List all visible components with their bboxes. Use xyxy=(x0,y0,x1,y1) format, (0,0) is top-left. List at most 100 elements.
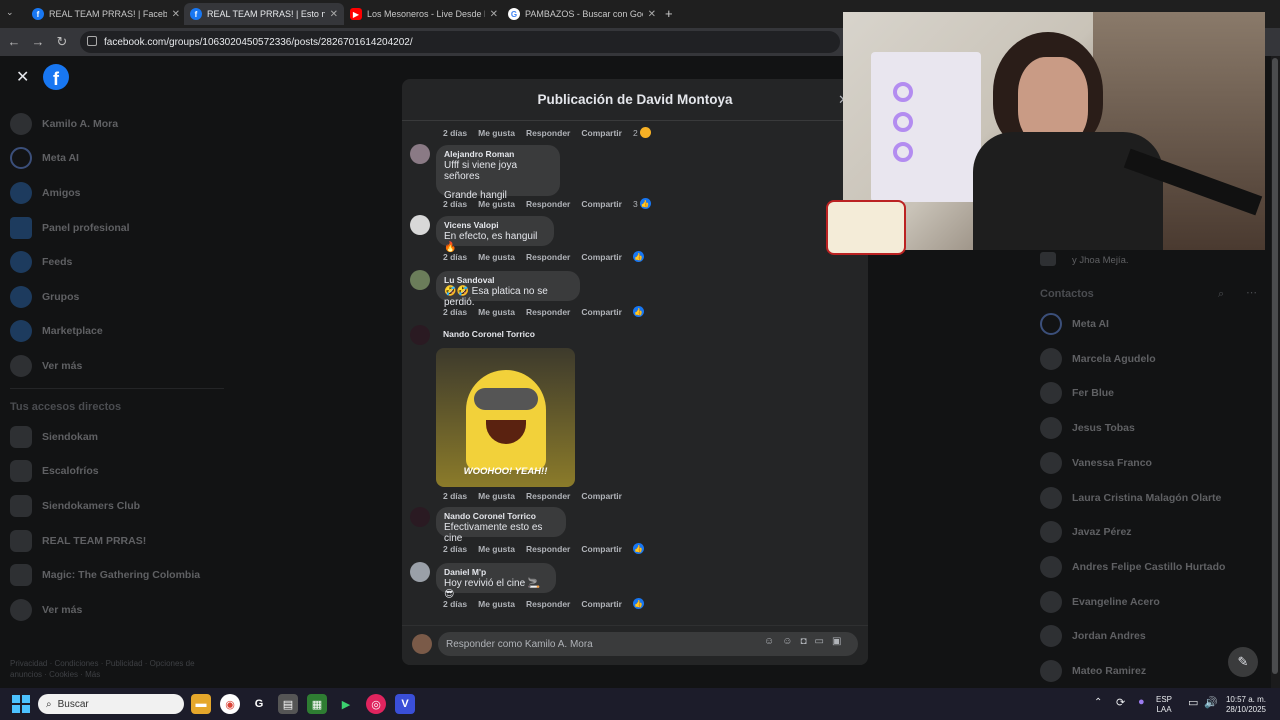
comment-time[interactable]: 2 días xyxy=(443,599,467,609)
sidebar-item-meta-ai[interactable]: Meta AI xyxy=(10,146,79,170)
comment-author[interactable]: Nando Coronel Torrico xyxy=(443,329,535,339)
comment-author[interactable]: Nando Coronel Torrico xyxy=(444,511,558,521)
sync-icon[interactable]: ⟳ xyxy=(1116,696,1125,709)
contact-item[interactable]: Mateo Ramirez xyxy=(1040,659,1146,683)
comment-author[interactable]: Vicens Valopi xyxy=(444,220,546,230)
app-icon[interactable]: G xyxy=(249,694,269,714)
reply-button[interactable]: Responder xyxy=(526,491,570,501)
tab-facebook-2[interactable]: f REAL TEAM PRRAS! | Esto no pu ✕ xyxy=(184,3,344,25)
play-icon[interactable]: ▶ xyxy=(336,694,356,714)
footer-links[interactable]: Privacidad · Condiciones · Publicidad · … xyxy=(10,658,220,680)
chrome-icon[interactable]: ◉ xyxy=(220,694,240,714)
tab-facebook-1[interactable]: f REAL TEAM PRRAS! | Facebook ✕ xyxy=(26,3,186,25)
sidebar-item-groups[interactable]: Grupos xyxy=(10,285,79,309)
reaction-count[interactable]: 👍 xyxy=(632,598,644,609)
avatar[interactable] xyxy=(410,507,430,527)
tab-search-icon[interactable]: ⌄ xyxy=(6,7,14,18)
calculator-icon[interactable]: ▦ xyxy=(307,694,327,714)
clock[interactable]: 10:57 a. m. 28/10/2025 xyxy=(1222,695,1270,715)
scrollbar-thumb[interactable] xyxy=(1272,58,1278,674)
app-icon[interactable]: ▤ xyxy=(278,694,298,714)
avatar-sticker-icon[interactable]: ☺ xyxy=(764,636,774,647)
like-button[interactable]: Me gusta xyxy=(478,599,515,609)
sidebar-see-more[interactable]: Ver más xyxy=(10,354,82,378)
facebook-logo-icon[interactable]: f xyxy=(43,64,69,90)
contact-item[interactable]: Vanessa Franco xyxy=(1040,451,1152,475)
avatar[interactable] xyxy=(410,325,430,345)
like-button[interactable]: Me gusta xyxy=(478,252,515,262)
comment-time[interactable]: 2 días xyxy=(443,199,467,209)
share-button[interactable]: Compartir xyxy=(581,307,622,317)
app-icon[interactable]: ◎ xyxy=(366,694,386,714)
reaction-count[interactable]: 👍 xyxy=(632,251,644,262)
mic-icon[interactable]: ● xyxy=(1138,696,1145,708)
gif-icon[interactable]: ▭ xyxy=(814,636,823,647)
windows-start-icon[interactable] xyxy=(12,695,30,713)
shortcut-item[interactable]: Siendokamers Club xyxy=(10,494,140,518)
like-button[interactable]: Me gusta xyxy=(478,199,515,209)
new-message-icon[interactable]: ✎ xyxy=(1228,647,1258,677)
shortcut-item[interactable]: Siendokam xyxy=(10,425,98,449)
emoji-icon[interactable]: ☺ xyxy=(782,636,792,647)
url-input[interactable]: facebook.com/groups/1063020450572336/pos… xyxy=(80,31,840,53)
share-button[interactable]: Compartir xyxy=(581,491,622,501)
like-button[interactable]: Me gusta xyxy=(478,491,515,501)
contact-item[interactable]: Fer Blue xyxy=(1040,381,1114,405)
more-options-icon[interactable]: ⋯ xyxy=(1246,286,1257,299)
language-indicator[interactable]: ESP LAA xyxy=(1156,695,1172,715)
shortcut-item[interactable]: Escalofríos xyxy=(10,459,99,483)
contact-item[interactable]: Laura Cristina Malagón Olarte xyxy=(1040,486,1221,510)
contact-item[interactable]: Meta AI xyxy=(1040,312,1109,336)
like-button[interactable]: Me gusta xyxy=(478,128,515,138)
camera-icon[interactable]: ◘ xyxy=(800,636,806,647)
sidebar-item-marketplace[interactable]: Marketplace xyxy=(10,319,103,343)
comment-time[interactable]: 2 días xyxy=(443,252,467,262)
contact-item[interactable]: Evangeline Acero xyxy=(1040,590,1160,614)
reaction-count[interactable]: 2 xyxy=(633,127,651,138)
contact-item[interactable]: Andres Felipe Castillo Hurtado xyxy=(1040,555,1225,579)
close-icon[interactable]: ✕ xyxy=(490,9,498,20)
close-icon[interactable]: ✕ xyxy=(648,9,656,20)
avatar[interactable] xyxy=(410,562,430,582)
comment-author[interactable]: Lu Sandoval xyxy=(444,275,572,285)
sticker-icon[interactable]: ▣ xyxy=(832,636,841,647)
close-icon[interactable]: ✕ xyxy=(16,67,29,87)
gif-image[interactable]: WOOHOO! YEAH!! xyxy=(436,348,575,487)
network-icon[interactable]: ▭ xyxy=(1188,696,1198,709)
avatar[interactable] xyxy=(410,144,430,164)
new-tab-button[interactable]: + xyxy=(665,6,673,21)
share-button[interactable]: Compartir xyxy=(581,128,622,138)
sidebar-item-profile[interactable]: Kamilo A. Mora xyxy=(10,112,118,136)
chevron-up-icon[interactable]: ⌃ xyxy=(1094,697,1102,708)
tab-google[interactable]: G PAMBAZOS - Buscar con Googl ✕ xyxy=(502,3,662,25)
search-icon[interactable]: ⌕ xyxy=(1218,288,1224,301)
close-icon[interactable]: ✕ xyxy=(172,9,180,20)
like-button[interactable]: Me gusta xyxy=(478,307,515,317)
shortcut-item[interactable]: REAL TEAM PRRAS! xyxy=(10,529,146,553)
contact-item[interactable]: Javaz Pérez xyxy=(1040,520,1132,544)
contact-item[interactable]: Jesus Tobas xyxy=(1040,416,1135,440)
avatar[interactable] xyxy=(410,215,430,235)
reply-button[interactable]: Responder xyxy=(526,128,570,138)
reply-button[interactable]: Responder xyxy=(526,544,570,554)
volume-icon[interactable]: 🔊 xyxy=(1204,696,1218,709)
contact-item[interactable]: Jordan Andres xyxy=(1040,624,1146,648)
comment-author[interactable]: Daniel M'p xyxy=(444,567,548,577)
contact-item[interactable]: Marcela Agudelo xyxy=(1040,347,1156,371)
share-button[interactable]: Compartir xyxy=(581,199,622,209)
reply-button[interactable]: Responder xyxy=(526,199,570,209)
shortcuts-see-more[interactable]: Ver más xyxy=(10,598,82,622)
taskbar-search[interactable]: ⌕ Buscar xyxy=(38,694,184,714)
share-button[interactable]: Compartir xyxy=(581,544,622,554)
avatar[interactable] xyxy=(410,270,430,290)
close-icon[interactable]: ✕ xyxy=(330,9,338,20)
comment-time[interactable]: 2 días xyxy=(443,544,467,554)
sidebar-item-friends[interactable]: Amigos xyxy=(10,181,81,205)
reply-button[interactable]: Responder xyxy=(526,307,570,317)
sidebar-item-dashboard[interactable]: Panel profesional xyxy=(10,216,130,240)
reaction-count[interactable]: 👍 xyxy=(632,306,644,317)
reply-button[interactable]: Responder xyxy=(526,252,570,262)
comment-time[interactable]: 2 días xyxy=(443,128,467,138)
site-info-icon[interactable] xyxy=(87,36,97,46)
tab-youtube[interactable]: ▶ Los Mesoneros - Live Desde Pa ✕ xyxy=(344,3,504,25)
